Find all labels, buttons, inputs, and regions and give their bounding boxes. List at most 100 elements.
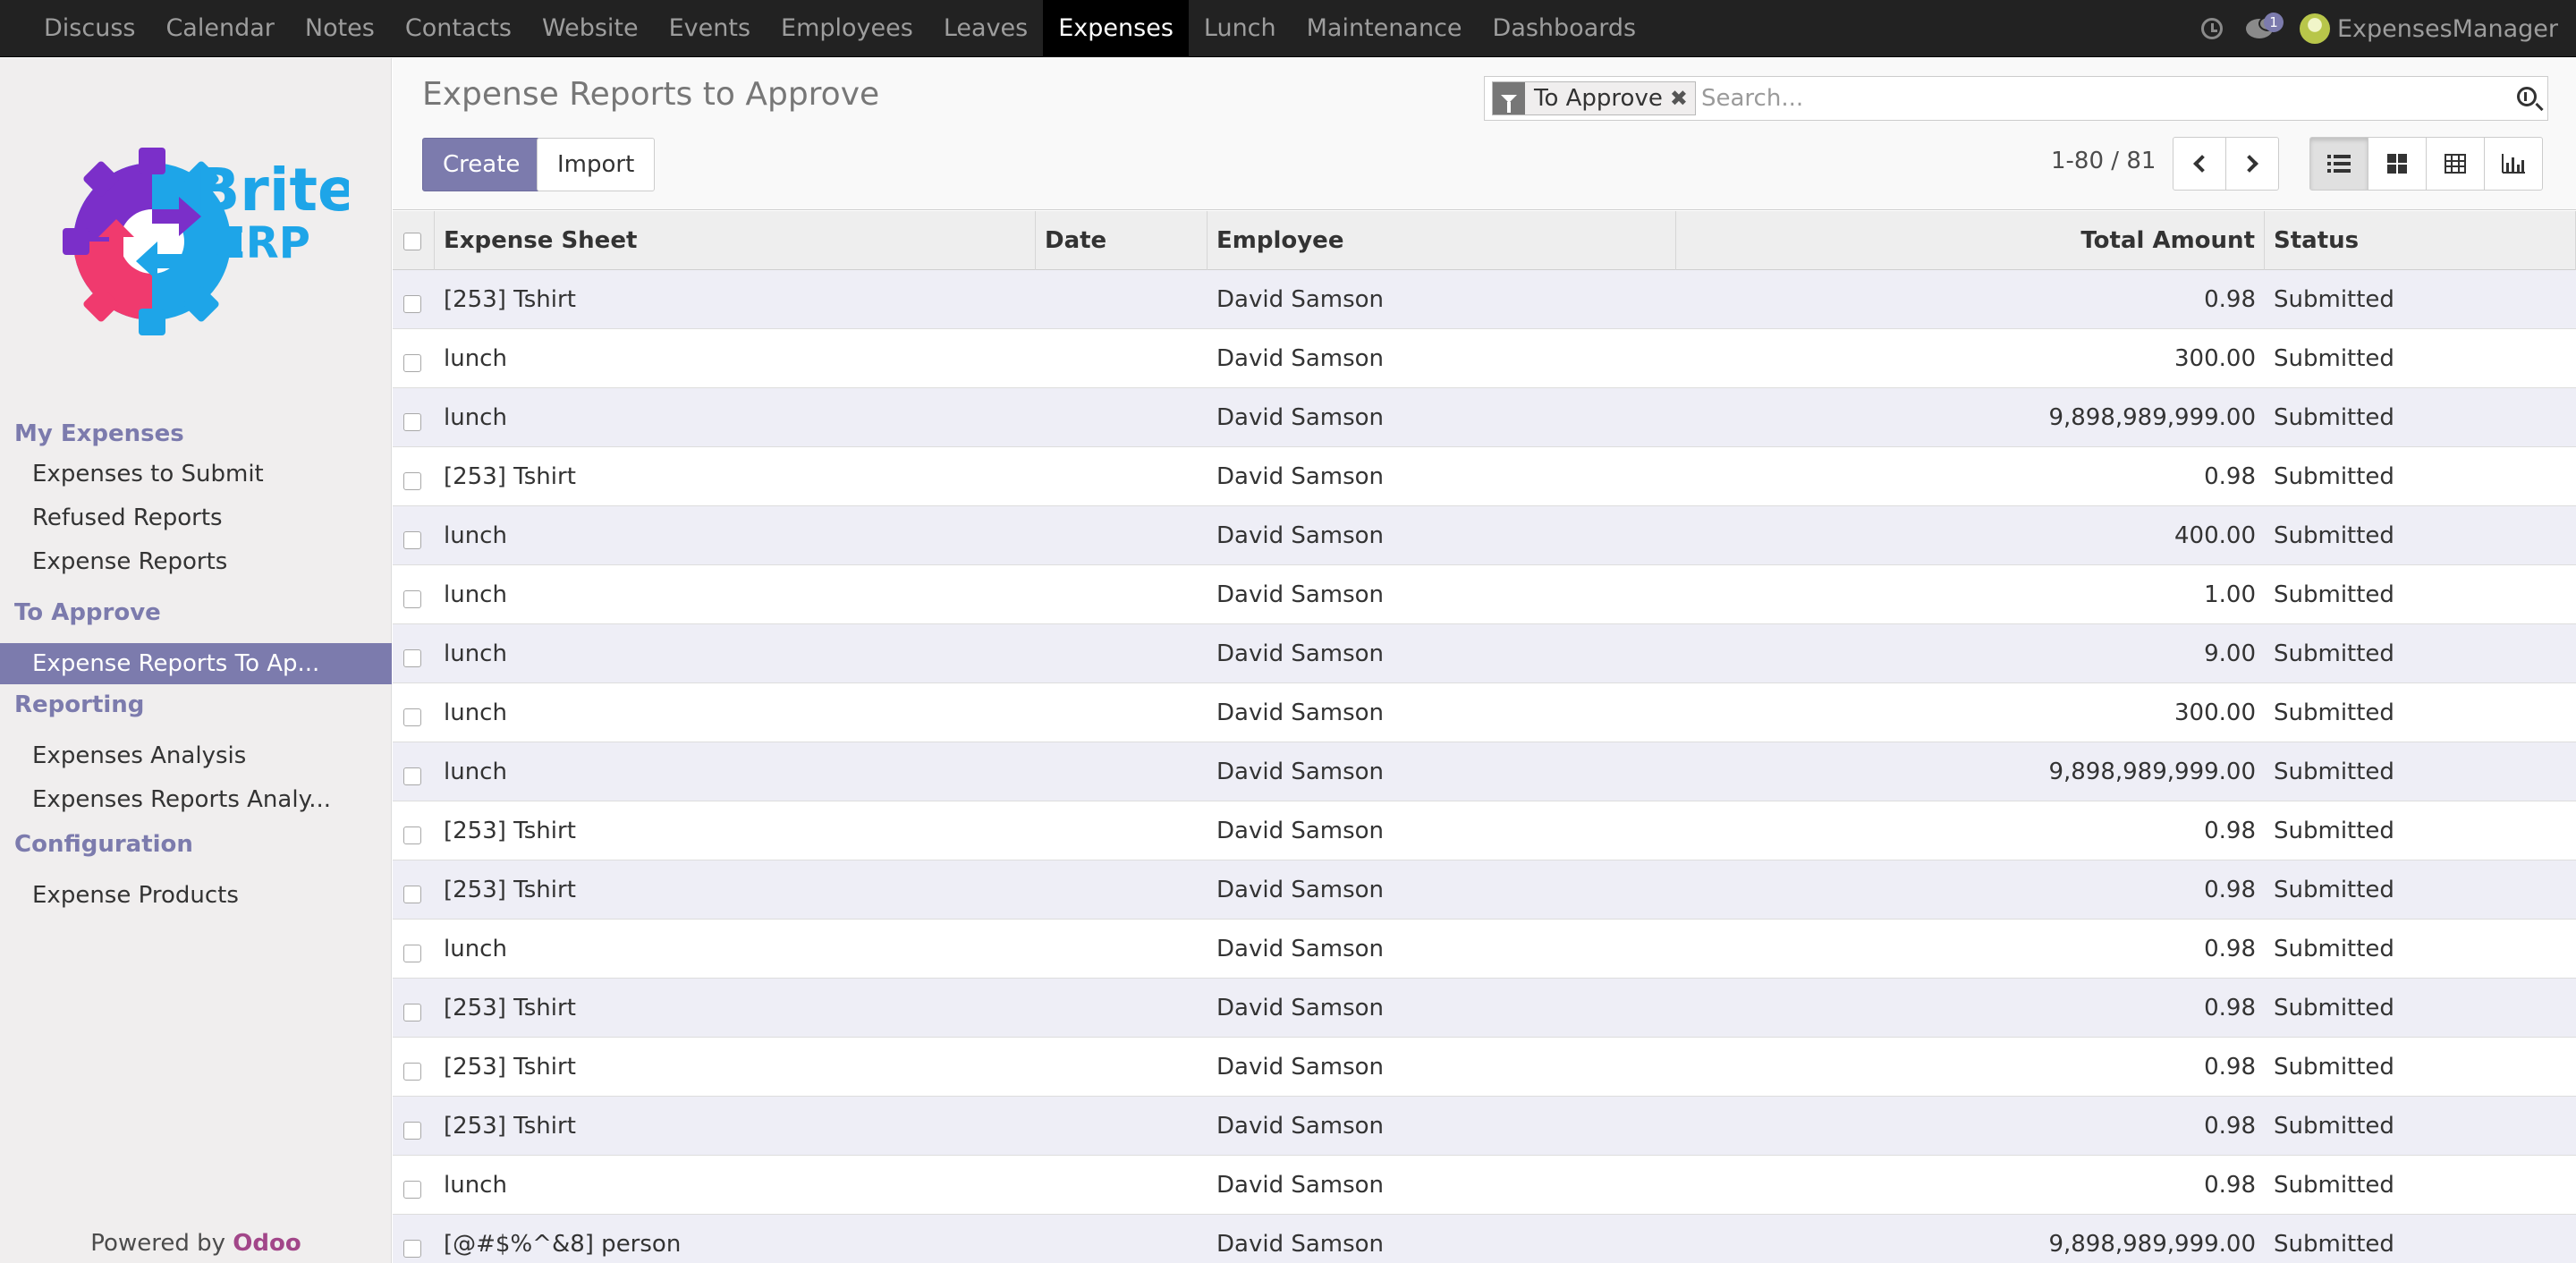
cell-expense-sheet: [@#$%^&8] person (444, 1231, 682, 1258)
app-menu-item-employees[interactable]: Employees (766, 0, 928, 57)
pager-next-button[interactable] (2225, 137, 2279, 191)
row-select-cell (393, 329, 435, 388)
cell-employee: David Samson (1216, 1231, 1385, 1258)
app-menu-item-lunch[interactable]: Lunch (1189, 0, 1292, 57)
cell-expense-sheet: [253] Tshirt (444, 995, 576, 1021)
messages-icon[interactable]: 1 (2239, 0, 2292, 57)
cell-total-amount: 0.98 (2204, 818, 2256, 844)
top-navbar: Discuss Calendar Notes Contacts Website Event… (0, 0, 2576, 57)
pager-range[interactable]: 1-80 (2051, 148, 2104, 174)
column-header-status[interactable]: Status (2265, 211, 2576, 270)
table-row[interactable]: lunch David Samson 400.00 Submitted (393, 506, 2576, 565)
row-select-cell (393, 447, 435, 506)
row-checkbox[interactable] (403, 767, 421, 785)
row-checkbox[interactable] (403, 472, 421, 490)
table-row[interactable]: [253] Tshirt David Samson 0.98 Submitted (393, 979, 2576, 1038)
row-checkbox[interactable] (403, 531, 421, 549)
row-checkbox[interactable] (403, 708, 421, 726)
table-row[interactable]: lunch David Samson 0.98 Submitted (393, 1156, 2576, 1215)
row-checkbox[interactable] (403, 354, 421, 372)
powered-by-label: Powered by (90, 1230, 233, 1257)
column-header-total-amount[interactable]: Total Amount (1676, 211, 2265, 270)
column-header-expense-sheet[interactable]: Expense Sheet (435, 211, 1036, 270)
row-select-cell (393, 1156, 435, 1215)
app-menu-item-contacts[interactable]: Contacts (390, 0, 527, 57)
table-row[interactable]: lunch David Samson 300.00 Submitted (393, 683, 2576, 742)
row-checkbox[interactable] (403, 1122, 421, 1140)
table-row[interactable]: [253] Tshirt David Samson 0.98 Submitted (393, 270, 2576, 329)
cell-employee: David Samson (1216, 877, 1385, 903)
table-row[interactable]: lunch David Samson 9.00 Submitted (393, 624, 2576, 683)
cell-total-amount: 0.98 (2204, 877, 2256, 903)
search-magnifier-icon[interactable] (2517, 87, 2537, 106)
column-header-employee[interactable]: Employee (1208, 211, 1676, 270)
facet-remove-icon[interactable]: ✖ (1670, 86, 1695, 111)
kanban-view-button[interactable] (2368, 137, 2427, 191)
table-row[interactable]: [253] Tshirt David Samson 0.98 Submitted (393, 447, 2576, 506)
row-checkbox[interactable] (403, 1181, 421, 1199)
cell-date (1036, 1097, 1208, 1156)
app-menu-item-calendar[interactable]: Calendar (150, 0, 289, 57)
sidebar-item[interactable]: Expense Reports (0, 541, 392, 582)
row-checkbox[interactable] (403, 945, 421, 962)
cell-total-amount: 0.98 (2204, 286, 2256, 313)
cell-status: Submitted (2274, 699, 2394, 726)
app-menu-item-notes[interactable]: Notes (290, 0, 390, 57)
user-menu[interactable]: ExpensesManager (2292, 0, 2576, 57)
table-row[interactable]: [253] Tshirt David Samson 0.98 Submitted (393, 801, 2576, 860)
app-menu-item-events[interactable]: Events (654, 0, 766, 57)
row-checkbox[interactable] (403, 413, 421, 431)
graph-view-button[interactable] (2484, 137, 2543, 191)
sidebar-item[interactable]: Expense Products (0, 875, 392, 916)
cell-total-amount: 300.00 (2174, 345, 2256, 372)
cell-total-amount: 0.98 (2204, 1054, 2256, 1081)
row-select-cell (393, 979, 435, 1038)
activity-clock-icon[interactable] (2185, 0, 2239, 57)
table-row[interactable]: lunch David Samson 0.98 Submitted (393, 920, 2576, 979)
row-select-cell (393, 742, 435, 801)
table-row[interactable]: [253] Tshirt David Samson 0.98 Submitted (393, 860, 2576, 920)
search-input[interactable] (1701, 81, 2488, 116)
row-checkbox[interactable] (403, 590, 421, 608)
cell-expense-sheet: lunch (444, 522, 507, 549)
app-menu-item-dashboards[interactable]: Dashboards (1478, 0, 1652, 57)
column-header-date[interactable]: Date (1036, 211, 1208, 270)
row-checkbox[interactable] (403, 649, 421, 667)
odoo-link[interactable]: Odoo (233, 1230, 301, 1257)
sidebar-item[interactable]: Expenses to Submit (0, 453, 392, 495)
row-checkbox[interactable] (403, 1240, 421, 1258)
select-all-checkbox[interactable] (403, 233, 421, 250)
row-checkbox[interactable] (403, 1004, 421, 1021)
create-button[interactable]: Create (422, 138, 541, 191)
pager-previous-button[interactable] (2173, 137, 2226, 191)
app-menu-item-website[interactable]: Website (527, 0, 654, 57)
row-checkbox[interactable] (403, 295, 421, 313)
row-checkbox[interactable] (403, 886, 421, 903)
pivot-view-button[interactable] (2426, 137, 2485, 191)
row-checkbox[interactable] (403, 1063, 421, 1081)
table-row[interactable]: lunch David Samson 9,898,989,999.00 Submitt… (393, 742, 2576, 801)
row-select-cell (393, 683, 435, 742)
table-row[interactable]: lunch David Samson 9,898,989,999.00 Submitt… (393, 388, 2576, 447)
table-row[interactable]: [253] Tshirt David Samson 0.98 Submitted (393, 1097, 2576, 1156)
sidebar-item[interactable]: Expenses Analysis (0, 735, 392, 776)
sidebar-item[interactable]: Refused Reports (0, 497, 392, 538)
pager-value[interactable]: 1-80 / 81 (2051, 148, 2156, 174)
table-row[interactable]: lunch David Samson 300.00 Submitted (393, 329, 2576, 388)
sidebar-item[interactable]: Expenses Reports Analy... (0, 779, 392, 820)
table-row[interactable]: [@#$%^&8] person David Samson 9,898,989,99… (393, 1215, 2576, 1263)
app-menu-item-maintenance[interactable]: Maintenance (1292, 0, 1478, 57)
app-menu-item-expenses[interactable]: Expenses (1043, 0, 1189, 57)
app-menu-item-leaves[interactable]: Leaves (928, 0, 1043, 57)
table-row[interactable]: lunch David Samson 1.00 Submitted (393, 565, 2576, 624)
import-button[interactable]: Import (537, 138, 656, 191)
row-checkbox[interactable] (403, 826, 421, 844)
control-panel: Expense Reports to Approve Create Import… (393, 58, 2576, 210)
list-view-button[interactable] (2309, 137, 2368, 191)
sidebar-item[interactable]: Expense Reports To Ap... (0, 643, 392, 684)
cell-employee: David Samson (1216, 345, 1385, 372)
app-menu-item-discuss[interactable]: Discuss (29, 0, 150, 57)
table-row[interactable]: [253] Tshirt David Samson 0.98 Submitted (393, 1038, 2576, 1097)
cell-employee: David Samson (1216, 463, 1385, 490)
facet-label: To Approve (1534, 85, 1663, 112)
